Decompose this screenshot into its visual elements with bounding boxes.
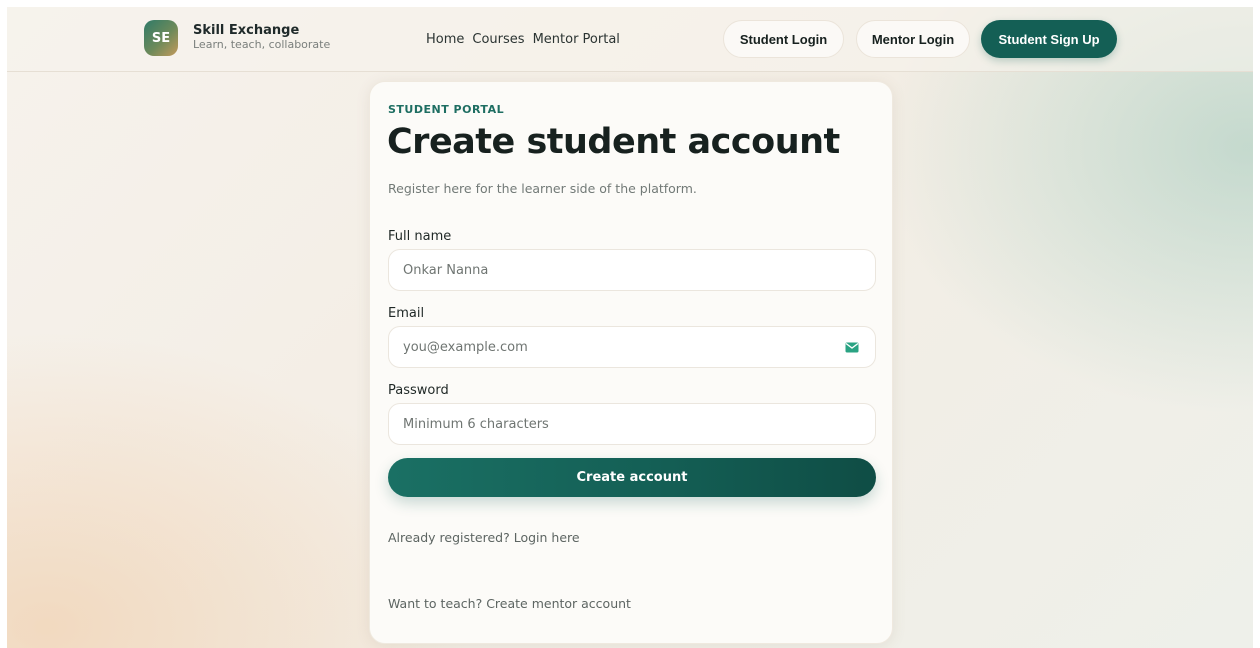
page-subtitle: Register here for the learner side of th… (388, 181, 697, 196)
main-nav: Home Courses Mentor Portal (426, 32, 620, 47)
email-field[interactable] (388, 326, 876, 368)
password-field[interactable] (388, 403, 876, 445)
nav-courses-link[interactable]: Courses (472, 32, 524, 47)
full-name-label: Full name (388, 229, 452, 244)
app-window: SE Skill Exchange Learn, teach, collabor… (7, 7, 1253, 648)
page-title: Create student account (387, 122, 840, 162)
full-name-field[interactable] (388, 249, 876, 291)
mail-icon (845, 342, 859, 353)
student-signup-button[interactable]: Student Sign Up (981, 20, 1117, 58)
mentor-login-button[interactable]: Mentor Login (856, 20, 970, 58)
brand-logo: SE (144, 20, 178, 56)
create-account-button[interactable]: Create account (388, 458, 876, 497)
nav-home-link[interactable]: Home (426, 32, 464, 47)
login-link[interactable]: Already registered? Login here (388, 530, 580, 545)
signup-card: STUDENT PORTAL Create student account Re… (369, 81, 893, 644)
brand-name: Skill Exchange (193, 23, 300, 39)
portal-eyebrow: STUDENT PORTAL (388, 103, 505, 116)
brand[interactable]: SE Skill Exchange Learn, teach, collabor… (144, 20, 330, 56)
mentor-signup-link[interactable]: Want to teach? Create mentor account (388, 596, 631, 611)
password-label: Password (388, 383, 449, 398)
student-login-button[interactable]: Student Login (723, 20, 844, 58)
email-label: Email (388, 306, 425, 321)
top-navbar: SE Skill Exchange Learn, teach, collabor… (7, 7, 1253, 72)
brand-text: Skill Exchange Learn, teach, collaborate (193, 23, 331, 52)
brand-tagline: Learn, teach, collaborate (193, 38, 331, 52)
nav-mentor-portal-link[interactable]: Mentor Portal (533, 32, 620, 47)
